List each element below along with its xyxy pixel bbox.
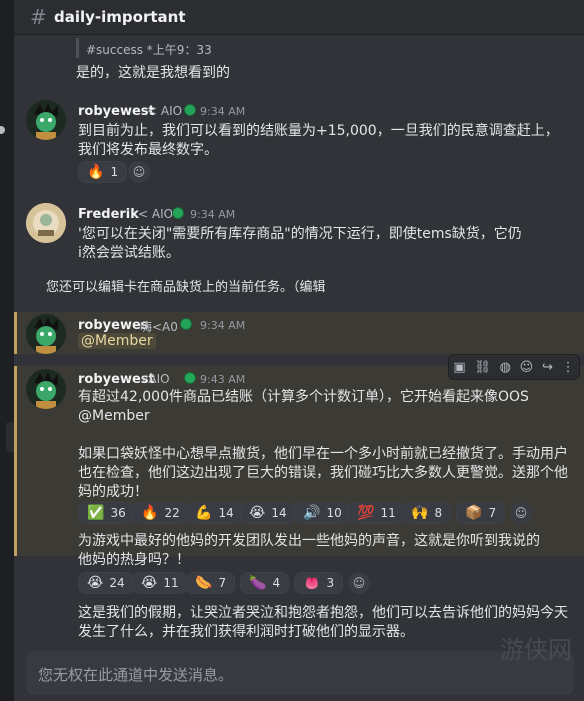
reaction-emoji: 👅 [303, 575, 321, 591]
reaction-count: 8 [434, 506, 443, 520]
more-icon[interactable]: ⋮ [562, 360, 575, 375]
unread-indicator [0, 126, 5, 134]
online-status-icon [172, 207, 184, 219]
add-reaction-icon[interactable]: ☺ [520, 360, 534, 375]
timestamp: 9:34 AM [190, 208, 236, 221]
reaction-count: 22 [164, 506, 180, 520]
timestamp: 9:43 AM [200, 373, 246, 386]
message-line: 也在检查，他们这边出现了巨大的错误，我们碰巧比大多数人更警觉。送那个他 [78, 465, 568, 481]
reaction-emoji: 💪 [195, 505, 213, 521]
reaction-count: 11 [163, 576, 179, 590]
reaction-emoji: 💯 [357, 505, 375, 521]
reaction-0[interactable]: 😭 24 [78, 572, 134, 594]
reaction-count: 24 [109, 576, 125, 590]
message-line: i然会尝试结账。 [78, 245, 180, 261]
user-tag: < AIO [138, 207, 174, 221]
watermark: 游侠网 [500, 636, 572, 664]
mention-highlight-bar [14, 312, 17, 354]
hash-icon: # [30, 5, 47, 29]
reaction-emoji: ✅ [87, 505, 105, 521]
message-line: 妈的成功！ [78, 484, 148, 500]
user-tag: ⚡AIO [140, 372, 170, 386]
reaction-4[interactable]: 👅 3 [294, 572, 344, 594]
online-status-icon [184, 104, 196, 116]
reaction-emoji: 🔊 [303, 505, 321, 521]
message-composer[interactable]: 您无权在此通道中发送消息。 [26, 651, 574, 695]
reaction-count: 36 [110, 506, 126, 520]
reaction-count: 10 [326, 506, 342, 520]
reaction-emoji: 🍆 [249, 575, 267, 591]
username[interactable]: Frederik [78, 207, 139, 222]
timestamp: 9:34 AM [200, 105, 246, 118]
channel-name: daily-important [54, 8, 186, 26]
reaction-emoji: 📦 [465, 505, 483, 521]
reaction-3[interactable]: 😭 14 [240, 502, 296, 524]
server-sidebar [0, 0, 14, 701]
online-status-icon [180, 318, 192, 330]
message-line: 我们将发布最终数字。 [78, 142, 218, 158]
message-line: @Member [78, 408, 150, 424]
reaction-count: 11 [380, 506, 396, 520]
reply-preview[interactable]: #success *上午9：33 [86, 41, 212, 58]
reaction-2[interactable]: 🌭 7 [186, 572, 236, 594]
reaction-1[interactable]: 🔥 22 [132, 502, 189, 524]
reaction-count: 14 [218, 506, 234, 520]
user-tag: < AIO [147, 104, 183, 118]
reaction-emoji: 🔥 [141, 505, 159, 521]
reaction-count: 4 [272, 576, 281, 590]
message-line: 有超过42,000件商品已结账（计算多个计数订单），它开始看起来像OOS [78, 389, 529, 405]
reaction-3[interactable]: 🍆 4 [240, 572, 290, 594]
avatar[interactable] [26, 100, 66, 140]
timestamp: 9:34 AM [200, 319, 246, 332]
thread-icon[interactable]: ◍ [500, 360, 511, 375]
avatar[interactable] [26, 369, 66, 409]
reaction-count: 14 [271, 506, 287, 520]
reaction-count: 7 [488, 506, 497, 520]
username[interactable]: robyewes [78, 318, 149, 333]
reaction-emoji: 🌭 [195, 575, 213, 591]
add-reaction-icon[interactable]: ☺ [128, 161, 150, 183]
add-reaction-icon[interactable]: ☺ [510, 502, 532, 524]
message-line: '您可以在关闭"需要所有库存商品"的情况下运行，即使tems缺货，它仍 [78, 226, 522, 242]
message-hover-toolbar: ▣ ⛓ ◍ ☺ ↪ ⋮ [448, 354, 580, 380]
reply-line [76, 38, 79, 58]
sidebar-tab[interactable] [6, 422, 14, 452]
reaction-6[interactable]: 🙌 8 [402, 502, 452, 524]
add-reaction-icon[interactable]: ☺ [348, 572, 370, 594]
reaction-emoji: 😭 [87, 575, 104, 591]
reaction-5[interactable]: 💯 11 [348, 502, 405, 524]
message-line: 到目前为止，我们可以看到的结账量为+15,000，一旦我们的民意调查赶上， [78, 123, 559, 139]
reaction-0[interactable]: ✅ 36 [78, 502, 135, 524]
reply-icon[interactable]: ↪ [542, 360, 553, 375]
channel-header: # daily-important [14, 0, 584, 35]
reaction-count: 7 [218, 576, 227, 590]
reaction-emoji: 🙌 [411, 505, 429, 521]
message-line: 如果口袋妖怪中心想早点撤货，他们早在一个多小时前就已经撤货了。手动用户 [78, 446, 568, 462]
message-line: 为游戏中最好的他妈的开发团队发出一些他妈的声音，这就是你听到我说的 [78, 533, 540, 549]
message-line: 他妈的热身吗？！ [78, 552, 190, 568]
avatar[interactable] [26, 203, 66, 243]
composer-placeholder: 您无权在此通道中发送消息。 [38, 666, 234, 684]
online-status-icon [184, 372, 196, 384]
reaction-fire[interactable]: 🔥 1 [78, 161, 128, 183]
message-line: 这是我们的假期，让哭泣者哭泣和抱怨者抱怨，他们可以去告诉他们的妈妈今天 [78, 605, 568, 621]
reaction-emoji: 😭 [141, 575, 158, 591]
reaction-1[interactable]: 😭 11 [132, 572, 188, 594]
reaction-4[interactable]: 🔊 10 [294, 502, 351, 524]
avatar[interactable] [26, 314, 66, 354]
reaction-7[interactable]: 📦 7 [456, 502, 506, 524]
reaction-count: 3 [326, 576, 335, 590]
username[interactable]: robyewest [78, 104, 155, 119]
message-text: 是的，这就是我想看到的 [76, 65, 230, 81]
mention-highlight-bar [14, 366, 17, 556]
message-text: 您还可以编辑卡在商品缺货上的当前任务。（编辑 [46, 280, 326, 295]
reaction-emoji: 😭 [249, 505, 266, 521]
member-mention[interactable]: @Member [78, 333, 156, 349]
link-icon[interactable]: ⛓ [474, 360, 491, 375]
reaction-2[interactable]: 💪 14 [186, 502, 243, 524]
apps-icon[interactable]: ▣ [453, 360, 465, 375]
message-line: 发生了什么，并在我们获得利润时打破他们的显示器。 [78, 624, 414, 640]
